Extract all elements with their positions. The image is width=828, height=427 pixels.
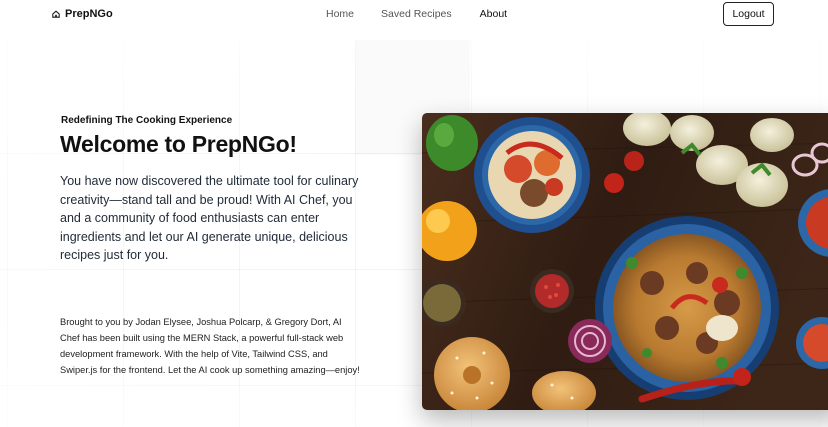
hero-description: You have now discovered the ultimate too…	[60, 174, 359, 262]
hero-credits: Brought to you by Jodan Elysee, Joshua P…	[60, 317, 360, 375]
nav-saved-recipes-link[interactable]: Saved Recipes	[381, 8, 452, 20]
hero-title: Welcome to PrepNGo!	[60, 131, 297, 157]
home-icon	[52, 10, 60, 18]
nav-about-link[interactable]: About	[480, 8, 507, 20]
nav-links: Home Saved Recipes About	[326, 8, 507, 20]
brand[interactable]: PrepNGo	[52, 8, 113, 20]
food-photo	[422, 113, 828, 410]
logout-button[interactable]: Logout	[723, 2, 774, 26]
hero-tagline: Redefining The Cooking Experience	[61, 115, 233, 126]
food-photo-illustration	[422, 113, 828, 410]
nav-home-link[interactable]: Home	[326, 8, 354, 20]
brand-name: PrepNGo	[65, 8, 113, 20]
top-navbar: PrepNGo Home Saved Recipes About Logout	[0, 0, 828, 30]
